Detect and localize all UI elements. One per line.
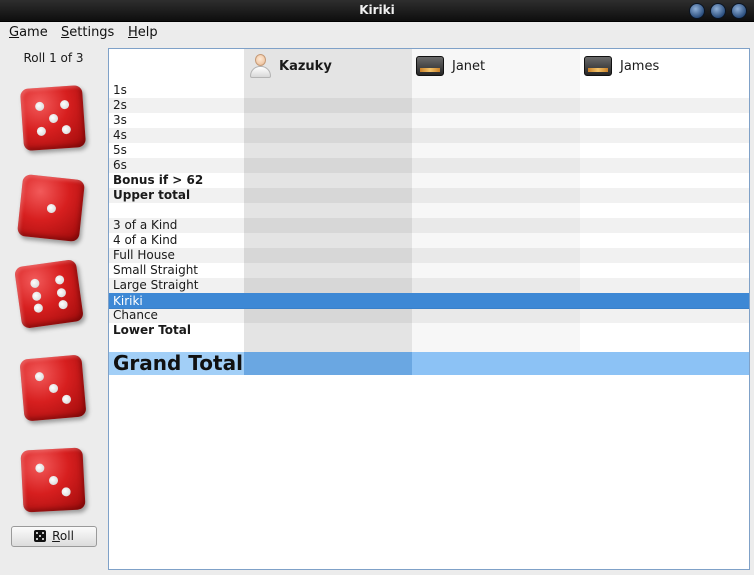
grand-total-active-cell xyxy=(244,352,412,375)
minimize-button[interactable] xyxy=(689,3,705,19)
player-name: Kazuky xyxy=(279,58,332,74)
score-row-label: Kiriki xyxy=(113,294,143,308)
die-pip xyxy=(36,126,47,137)
die-pip xyxy=(48,383,58,393)
score-row-chance[interactable]: Chance xyxy=(109,308,749,323)
score-row-small-straight[interactable]: Small Straight xyxy=(109,263,749,278)
score-row-6s[interactable]: 6s xyxy=(109,158,749,173)
die-3[interactable] xyxy=(13,258,85,330)
score-row-4s[interactable]: 4s xyxy=(109,128,749,143)
menu-help-label: elp xyxy=(137,25,158,40)
menu-game[interactable]: Game xyxy=(9,25,48,40)
die-pip xyxy=(31,290,42,301)
score-row-label: Upper total xyxy=(113,188,191,202)
die-pip xyxy=(56,287,67,298)
player-name: James xyxy=(620,58,660,74)
score-row-kiriki[interactable]: Kiriki xyxy=(109,293,749,309)
menu-settings-label: ettings xyxy=(69,25,115,40)
score-row-label: Lower Total xyxy=(113,323,191,337)
die-pip xyxy=(33,303,44,314)
die-pip xyxy=(58,299,69,310)
player-header-kazuky[interactable]: Kazuky xyxy=(249,49,332,83)
die-pip xyxy=(34,371,45,382)
score-row-label: Small Straight xyxy=(113,263,199,277)
die-pip xyxy=(29,278,40,289)
score-row-label: 3s xyxy=(113,113,127,127)
die-1[interactable] xyxy=(19,84,87,152)
score-row-2s[interactable]: 2s xyxy=(109,98,749,113)
computer-player-icon xyxy=(584,56,612,76)
player-name: Janet xyxy=(452,58,486,74)
score-row-4-of-a-kind[interactable]: 4 of a Kind xyxy=(109,233,749,248)
roll-status: Roll 1 of 3 xyxy=(23,51,84,65)
score-row-label: 3 of a Kind xyxy=(113,218,178,232)
score-row-label: Large Straight xyxy=(113,278,199,292)
score-row-lower-total[interactable]: Lower Total xyxy=(109,323,749,338)
die-pip xyxy=(35,463,45,473)
score-row-label: 4s xyxy=(113,128,127,142)
score-row-label: 1s xyxy=(113,83,127,97)
score-row-large-straight[interactable]: Large Straight xyxy=(109,278,749,293)
die-pip xyxy=(61,394,72,405)
menu-bar: Game Settings Help xyxy=(0,22,754,44)
die-pip xyxy=(46,203,56,213)
roll-button[interactable]: Roll xyxy=(11,526,97,547)
score-row-label: Bonus if > 62 xyxy=(113,173,204,187)
menu-help-mnemonic: H xyxy=(128,25,138,40)
die-pip xyxy=(48,475,58,485)
computer-player-icon xyxy=(416,56,444,76)
score-row-spacer xyxy=(109,203,749,218)
score-row-label: 2s xyxy=(113,98,127,112)
roll-button-mnemonic: R xyxy=(52,529,60,543)
score-row-label: 4 of a Kind xyxy=(113,233,178,247)
score-row-label: Chance xyxy=(113,308,158,322)
score-row-label: Full House xyxy=(113,248,175,262)
menu-game-mnemonic: G xyxy=(9,25,20,40)
score-row-3s[interactable]: 3s xyxy=(109,113,749,128)
grand-total-row: Grand Total xyxy=(109,352,749,375)
title-bar: Kiriki xyxy=(0,0,754,22)
die-2[interactable] xyxy=(16,173,86,243)
die-4[interactable] xyxy=(19,354,87,422)
player-header-james[interactable]: James xyxy=(584,49,659,83)
die-pip xyxy=(59,99,70,110)
score-row-bonus-if-62[interactable]: Bonus if > 62 xyxy=(109,173,749,188)
player-header-janet[interactable]: Janet xyxy=(416,49,485,83)
score-row-3-of-a-kind[interactable]: 3 of a Kind xyxy=(109,218,749,233)
score-row-full-house[interactable]: Full House xyxy=(109,248,749,263)
score-row-5s[interactable]: 5s xyxy=(109,143,749,158)
human-player-icon xyxy=(249,53,271,79)
score-row-1s[interactable]: 1s xyxy=(109,83,749,98)
window-title: Kiriki xyxy=(359,3,395,17)
die-pip xyxy=(34,101,45,112)
score-table: Kazuky Janet James 1s 2s 3s 4s 5s 6s Bonus if … xyxy=(108,48,750,570)
maximize-button[interactable] xyxy=(710,3,726,19)
score-row-label: 5s xyxy=(113,143,127,157)
player-header-row: Kazuky Janet James xyxy=(109,49,749,83)
score-row-label: 6s xyxy=(113,158,127,172)
menu-help[interactable]: Help xyxy=(128,25,158,40)
roll-button-label: oll xyxy=(59,529,74,543)
die-pip xyxy=(48,113,58,123)
close-button[interactable] xyxy=(731,3,747,19)
dice-icon xyxy=(34,530,47,542)
die-pip xyxy=(54,274,65,285)
menu-game-label: ame xyxy=(19,25,48,40)
grand-total-label: Grand Total xyxy=(113,351,243,375)
die-pip xyxy=(61,487,71,497)
die-5[interactable] xyxy=(20,447,86,513)
menu-settings[interactable]: Settings xyxy=(61,25,114,40)
score-row-upper-total[interactable]: Upper total xyxy=(109,188,749,203)
die-pip xyxy=(61,124,72,135)
